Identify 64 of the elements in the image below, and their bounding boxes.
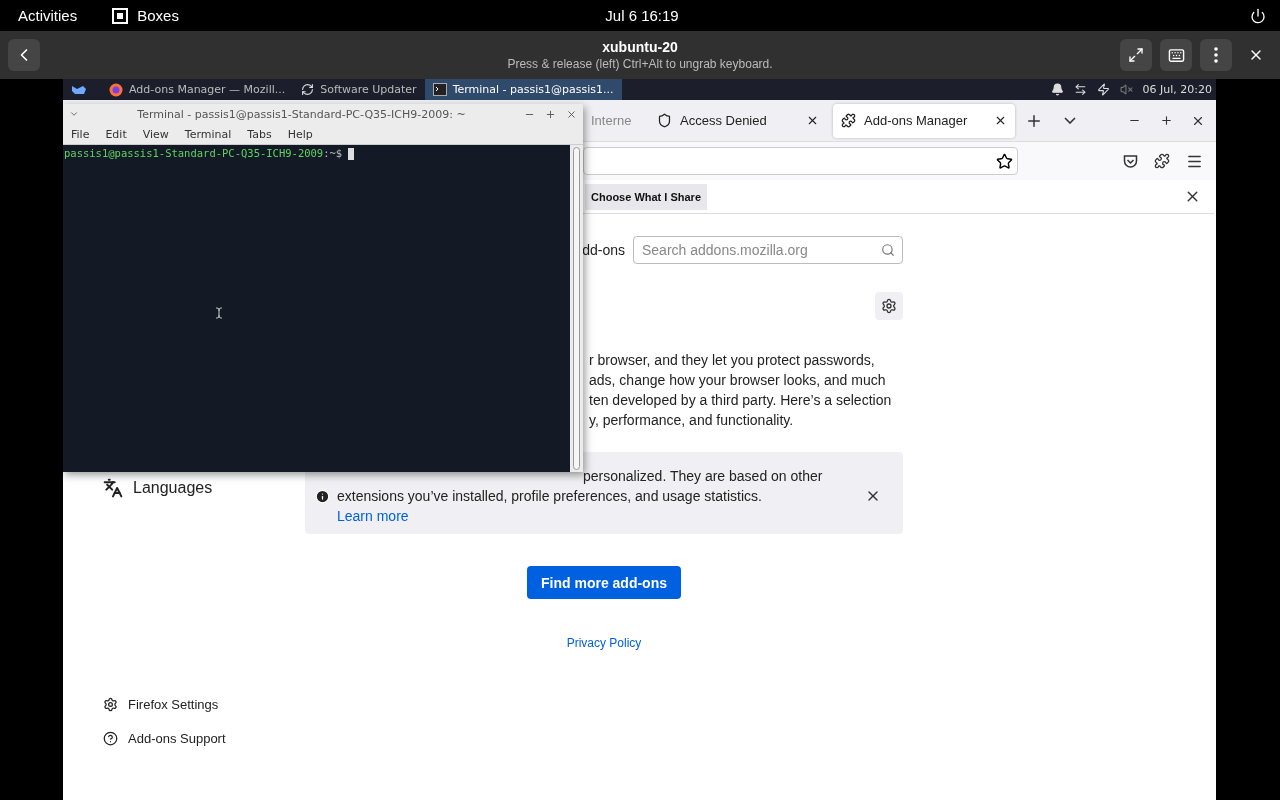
network-icon[interactable] [1073,83,1087,96]
close-tab-icon[interactable] [994,114,1007,127]
info-icon [315,488,330,504]
search-icon [881,243,895,257]
url-field[interactable] [583,147,1018,175]
app-menu[interactable]: Boxes [137,7,179,24]
taskbar-item[interactable]: Add-ons Manager — Mozill... [101,79,294,100]
keyboard-button[interactable] [1160,39,1192,71]
browser-tab[interactable]: Access Denied [649,103,827,138]
maximize-icon [1159,114,1173,127]
scrollbar[interactable] [570,145,583,472]
extensions-button[interactable] [1152,151,1172,171]
back-button[interactable] [8,39,40,71]
bell-icon[interactable] [1050,83,1064,96]
clock[interactable]: 06 Jul, 20:20 [1142,83,1212,96]
menu-item[interactable]: Terminal [176,123,240,145]
puzzle-icon [1154,153,1170,169]
bookmark-star-icon[interactable] [996,152,1013,170]
page-heading: dd-ons [582,242,625,258]
privacy-policy-link[interactable]: Privacy Policy [566,636,642,650]
text-cursor-icon [213,307,225,319]
kebab-menu-icon [1214,47,1218,63]
expand-icon [1128,47,1144,63]
shield-icon [657,113,672,128]
mute-icon[interactable] [1119,83,1133,96]
fullscreen-button[interactable] [1120,39,1152,71]
sidebar-link[interactable]: Firefox Settings [103,694,219,714]
settings-icon [103,696,118,712]
intro-paragraph: r browser, and they let you protect passwords, ads, change how your browser looks, and much ten developed by a third party. Here’s a selection y, performance, and functionality. [589,351,893,430]
taskbar-item[interactable]: Software Updater [293,79,425,100]
find-more-addons-button[interactable]: Find more add-ons [527,566,681,599]
close-icon[interactable] [566,108,577,120]
window-subtitle: Press & release (left) Ctrl+Alt to ungrab keyboard. [507,57,773,71]
sidebar-item[interactable]: Languages [103,476,213,500]
search-field[interactable]: Search addons.mozilla.org [633,236,903,264]
refresh-icon [301,83,315,96]
help-icon [103,730,118,746]
maximize-icon[interactable] [545,108,556,120]
window-menu-icon[interactable] [69,109,79,119]
browser-tab[interactable]: Add-ons Manager [833,103,1015,138]
window-title: xubuntu-20 [602,39,678,55]
gear-icon [881,298,897,314]
menu-item[interactable]: Edit [97,123,135,145]
settings-button[interactable] [875,292,903,320]
menu-button[interactable] [1200,39,1232,71]
learn-more-link[interactable]: Learn more [337,508,409,524]
terminal-icon [432,83,447,96]
clock[interactable]: Jul 6 16:19 [605,7,679,24]
puzzle-icon [841,113,856,128]
menu-item[interactable]: File [63,123,98,145]
menu-item[interactable]: Tabs [239,123,280,145]
keyboard-icon [1167,46,1185,64]
terminal-prompt: passis1@passis1-Standard-PC-Q35-ICH9-2009:~$ [63,145,570,472]
activities-button[interactable]: Activities [18,7,78,24]
menu-item[interactable]: View [134,123,177,145]
sidebar-link[interactable]: Add-ons Support [103,728,226,748]
menu-item[interactable]: Help [279,123,321,145]
choose-what-i-share-button[interactable]: Choose What I Share [585,183,708,210]
terminal-title: Terminal - passis1@passis1-Standard-PC-Q35-ICH9-2009: ~ [136,107,467,121]
taskbar-item[interactable]: Terminal - passis1@passis1... [424,79,622,100]
caret-icon [1064,117,1076,124]
close-tab-icon[interactable] [806,114,819,127]
languages-icon [103,478,123,498]
boxes-app-icon [111,6,130,25]
